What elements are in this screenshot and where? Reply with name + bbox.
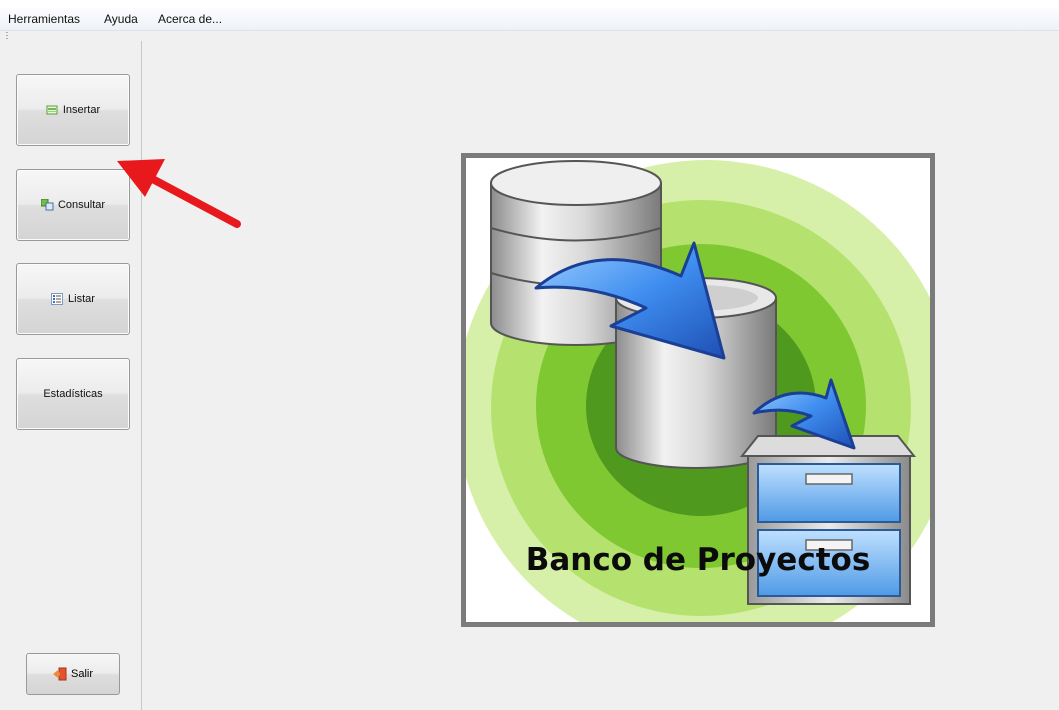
sidebar: Insertar Consultar Listar Estadísticas S… (0, 41, 142, 710)
menu-acerca-de[interactable]: Acerca de... (158, 12, 222, 26)
logo-caption: Banco de Proyectos (526, 542, 871, 578)
consultar-button[interactable]: Consultar (16, 169, 130, 241)
menu-bar: Herramientas Ayuda Acerca de... (0, 8, 1059, 31)
menu-ayuda[interactable]: Ayuda (104, 12, 138, 26)
main-window-client: Insertar Consultar Listar Estadísticas S… (0, 41, 1059, 710)
listar-button[interactable]: Listar (16, 263, 130, 335)
filing-cabinet-icon (739, 435, 917, 605)
exit-door-icon (52, 667, 67, 681)
insertar-label: Insertar (62, 104, 101, 116)
estadisticas-label: Estadísticas (43, 388, 103, 400)
banco-de-proyectos-logo: Banco de Proyectos (461, 153, 935, 627)
insert-record-icon (46, 104, 59, 116)
salir-button[interactable]: Salir (26, 653, 120, 695)
insertar-button[interactable]: Insertar (16, 74, 130, 146)
red-annotation-arrow-icon (117, 159, 241, 228)
listar-label: Listar (68, 293, 95, 305)
menu-herramientas[interactable]: Herramientas (8, 12, 80, 26)
list-icon (51, 293, 64, 305)
estadisticas-button[interactable]: Estadísticas (16, 358, 130, 430)
consultar-label: Consultar (57, 199, 106, 211)
logo-graphic: Banco de Proyectos (466, 160, 930, 622)
toolstrip (0, 31, 1059, 41)
salir-label: Salir (70, 668, 93, 680)
toolstrip-grip[interactable] (6, 32, 8, 40)
query-icon (40, 198, 54, 211)
